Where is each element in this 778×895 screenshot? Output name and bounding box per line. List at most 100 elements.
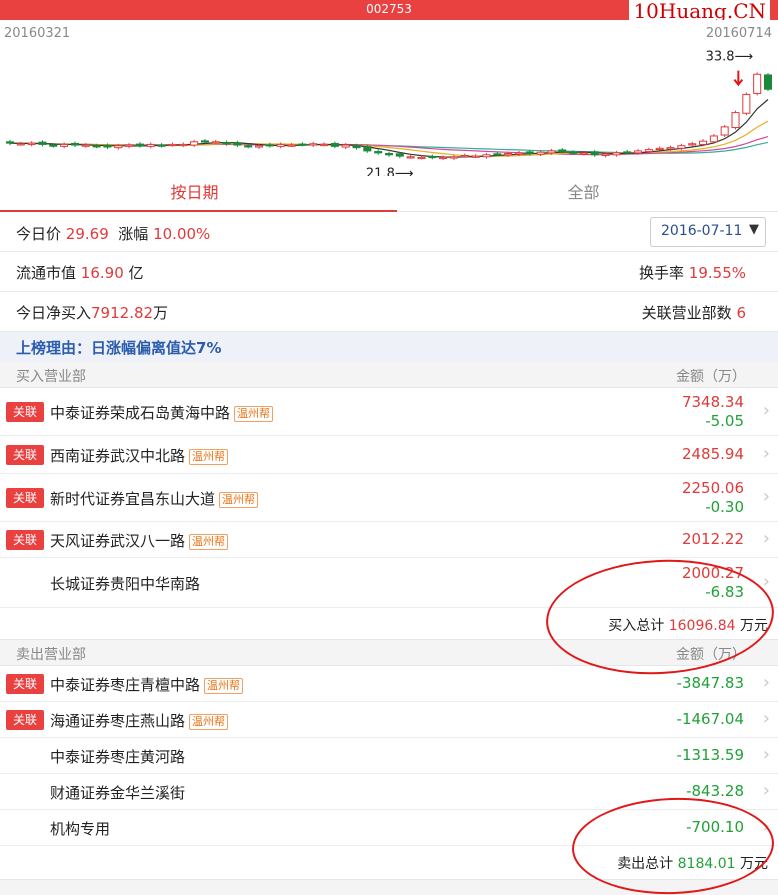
broker-name: 机构专用 — [50, 818, 110, 839]
price-row: 今日价 29.69 涨幅 10.00% 2016-07-11 ▼ — [0, 212, 778, 252]
buy-row[interactable]: 关联 中泰证券荣成石岛黄海中路 温州帮 7348.34 -5.05 › — [0, 388, 778, 436]
candle-body — [222, 141, 231, 145]
broker-name: 中泰证券枣庄青檀中路 温州帮 — [50, 674, 244, 695]
sell-row[interactable]: 中泰证券枣庄黄河路 -1313.59 › — [0, 738, 778, 774]
linked-badge: 关联 — [6, 710, 44, 730]
tab-all[interactable]: 全部 — [389, 176, 778, 212]
sell-header-label: 卖出营业部 — [16, 647, 86, 663]
linked-count: 关联营业部数 6 — [642, 302, 746, 323]
market-cap-row: 流通市值 16.90 亿 换手率 19.55% — [0, 252, 778, 292]
buy-header-label: 买入营业部 — [16, 369, 86, 385]
change-value: 10.00% — [153, 225, 211, 243]
chevron-right-icon: › — [762, 443, 770, 464]
broker-name: 中泰证券荣成石岛黄海中路 温州帮 — [50, 402, 274, 423]
tab-bar: 按日期 全部 — [0, 176, 778, 213]
candle-body — [255, 145, 264, 148]
turnover-label: 换手率 — [639, 264, 685, 282]
wenzhou-tag: 温州帮 — [189, 714, 229, 730]
buy-row[interactable]: 关联 西南证券武汉中北路 温州帮 2485.94 › — [0, 436, 778, 474]
candle-body — [709, 135, 718, 143]
candle-body — [341, 144, 350, 148]
broker-name: 财通证券金华兰溪街 — [50, 782, 185, 803]
chevron-right-icon: › — [762, 486, 770, 507]
chart-low-label: 21.8⟶ — [366, 166, 414, 176]
broker-name-text: 中泰证券枣庄黄河路 — [50, 748, 186, 766]
broker-name-text: 新时代证券宜昌东山大道 — [50, 490, 216, 508]
net-buy-label: 今日净买入 — [16, 304, 92, 322]
kline-chart[interactable]: 21.8⟶ 33.8⟶ 20160321 20160714 — [0, 20, 778, 176]
candle-body — [200, 140, 209, 143]
candle-body — [395, 153, 404, 157]
candle-body — [666, 147, 675, 150]
broker-name-text: 中泰证券枣庄青檀中路 — [50, 676, 201, 694]
chevron-right-icon: › — [762, 780, 770, 801]
date-select[interactable]: 2016-07-11 ▼ — [650, 217, 766, 247]
chevron-right-icon: › — [762, 528, 770, 549]
candle-body — [60, 143, 69, 147]
broker-name: 中泰证券枣庄黄河路 — [50, 746, 185, 767]
broker-name: 西南证券武汉中北路 温州帮 — [50, 445, 229, 466]
change-label: 涨幅 — [118, 225, 149, 243]
broker-name-text: 长城证券贵阳中华南路 — [50, 575, 201, 593]
linked-label: 关联营业部数 — [641, 304, 732, 322]
candle-body — [612, 152, 621, 156]
broker-name-text: 西南证券武汉中北路 — [50, 447, 186, 465]
candle-body — [590, 151, 599, 156]
candle-body — [471, 155, 480, 158]
candle-body — [265, 144, 274, 147]
candle-body — [179, 143, 188, 147]
broker-name-text: 中泰证券荣成石岛黄海中路 — [50, 404, 231, 422]
candle-body — [190, 141, 199, 146]
candle-body — [460, 154, 469, 158]
chart-end-date: 20160714 — [705, 26, 772, 41]
buy-amount: 2012.22 — [681, 530, 744, 548]
candle-body — [449, 156, 458, 159]
listing-reason: 上榜理由：日涨幅偏离值达7% — [0, 332, 778, 362]
candle-body — [655, 147, 664, 151]
candle-body — [428, 155, 437, 159]
candle-body — [363, 146, 372, 152]
candle-body — [493, 153, 502, 156]
candle-body — [114, 145, 123, 149]
buy-row[interactable]: 关联 新时代证券宜昌东山大道 温州帮 2250.06 -0.30 › — [0, 474, 778, 522]
candle-body — [536, 151, 545, 155]
candle-body — [569, 151, 578, 154]
candle-body — [482, 154, 491, 158]
candle-body — [406, 156, 415, 159]
linked-badge: 关联 — [6, 402, 44, 422]
chart-start-date: 20160321 — [4, 26, 71, 41]
candle-body — [699, 140, 708, 145]
buy-amount: 7348.34 — [681, 393, 744, 411]
linked-badge: 关联 — [6, 445, 44, 465]
net-buy-unit: 万 — [153, 304, 169, 322]
ma5-line — [9, 99, 769, 158]
turnover-value: 19.55% — [688, 264, 746, 282]
broker-name: 新时代证券宜昌东山大道 温州帮 — [50, 488, 259, 509]
chevron-right-icon: › — [762, 400, 770, 421]
candle-body — [16, 143, 25, 146]
candle-body — [135, 143, 144, 147]
candle-body — [233, 142, 242, 146]
net-buy-row: 今日净买入7912.82万 关联营业部数 6 — [0, 292, 778, 332]
candle-body — [125, 144, 134, 147]
chevron-right-icon: › — [762, 744, 770, 765]
candle-body — [731, 112, 740, 129]
date-select-value: 2016-07-11 — [661, 223, 743, 239]
buy-row[interactable]: 关联 天风证券武汉八一路 温州帮 2012.22 › — [0, 522, 778, 558]
net-buy: 今日净买入7912.82万 — [16, 302, 168, 323]
candle-body — [320, 143, 329, 147]
linked-value: 6 — [736, 304, 746, 322]
candle-body — [49, 144, 58, 147]
candle-body — [157, 144, 166, 147]
sell-amount: -3847.83 — [676, 674, 744, 692]
candle-body — [634, 150, 643, 154]
sell-amount: -843.28 — [686, 782, 744, 800]
sell-amount: -1467.04 — [676, 710, 744, 728]
buy-section-header: 买入营业部 金额（万） — [0, 362, 778, 388]
candle-body — [720, 126, 729, 136]
wenzhou-tag: 温州帮 — [189, 449, 229, 465]
tab-by-date[interactable]: 按日期 — [0, 176, 397, 213]
candle-body — [352, 145, 361, 149]
selected-day-arrow-icon — [733, 70, 744, 87]
sell-row[interactable]: 关联 海通证券枣庄燕山路 温州帮 -1467.04 › — [0, 702, 778, 738]
